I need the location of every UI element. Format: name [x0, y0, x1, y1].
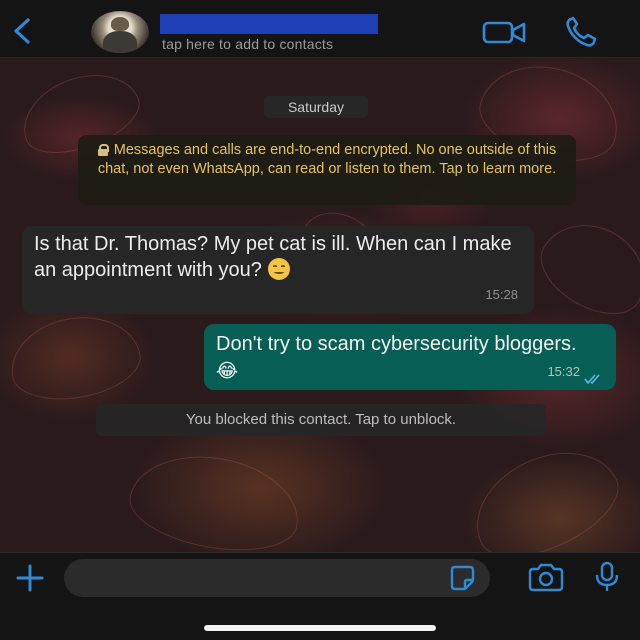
video-call-button[interactable]: [482, 18, 528, 46]
date-separator: Saturday: [264, 96, 368, 118]
slightly-smiling-face-icon: [267, 258, 290, 280]
video-camera-icon: [482, 21, 526, 44]
voice-call-button[interactable]: [562, 14, 602, 50]
chat-header: tap here to add to contacts: [0, 0, 640, 58]
wallpaper-petal: [527, 205, 640, 331]
phone-icon: [566, 16, 597, 47]
outgoing-message[interactable]: Don't try to scam cybersecurity bloggers…: [204, 324, 616, 390]
emoji-mouth: [273, 270, 284, 274]
avatar-figure-head: [111, 17, 129, 31]
blocked-contact-notice[interactable]: You blocked this contact. Tap to unblock…: [96, 404, 546, 436]
lock-icon: [97, 144, 109, 156]
encryption-notice[interactable]: Messages and calls are end-to-end encryp…: [78, 135, 576, 205]
emoji-eye: [272, 265, 277, 268]
message-text: Don't try to scam cybersecurity bloggers…: [216, 333, 577, 355]
message-composer: [0, 552, 640, 640]
sticker-icon: [450, 565, 475, 591]
wallpaper-petal: [123, 443, 307, 552]
camera-button[interactable]: [526, 563, 566, 593]
message-input[interactable]: [64, 559, 490, 597]
chevron-left-icon: [14, 18, 30, 44]
redacted-contact-name[interactable]: [160, 14, 378, 34]
emoji-eye: [280, 265, 285, 268]
home-indicator: [204, 625, 436, 631]
attach-button[interactable]: [12, 563, 48, 593]
avatar-figure-body: [103, 31, 137, 53]
wallpaper-petal: [458, 430, 632, 552]
tears-of-joy-emoji: 😂: [216, 360, 239, 382]
contact-hint[interactable]: tap here to add to contacts: [162, 36, 333, 52]
encryption-notice-text: Messages and calls are end-to-end encryp…: [97, 142, 557, 177]
chat-area[interactable]: Saturday Messages and calls are end-to-e…: [0, 58, 640, 552]
incoming-message[interactable]: Is that Dr. Thomas? My pet cat is ill. W…: [22, 226, 534, 314]
contact-avatar[interactable]: [91, 11, 149, 53]
voice-message-button[interactable]: [594, 561, 620, 593]
wallpaper-petal: [4, 307, 146, 409]
sticker-button[interactable]: [448, 565, 480, 591]
camera-icon: [528, 563, 564, 592]
plus-icon: [16, 564, 44, 592]
microphone-icon: [595, 561, 619, 591]
message-time: 15:32: [547, 364, 580, 379]
back-button[interactable]: [10, 16, 36, 46]
message-time: 15:28: [485, 287, 518, 302]
read-receipt-icon: [584, 374, 600, 385]
